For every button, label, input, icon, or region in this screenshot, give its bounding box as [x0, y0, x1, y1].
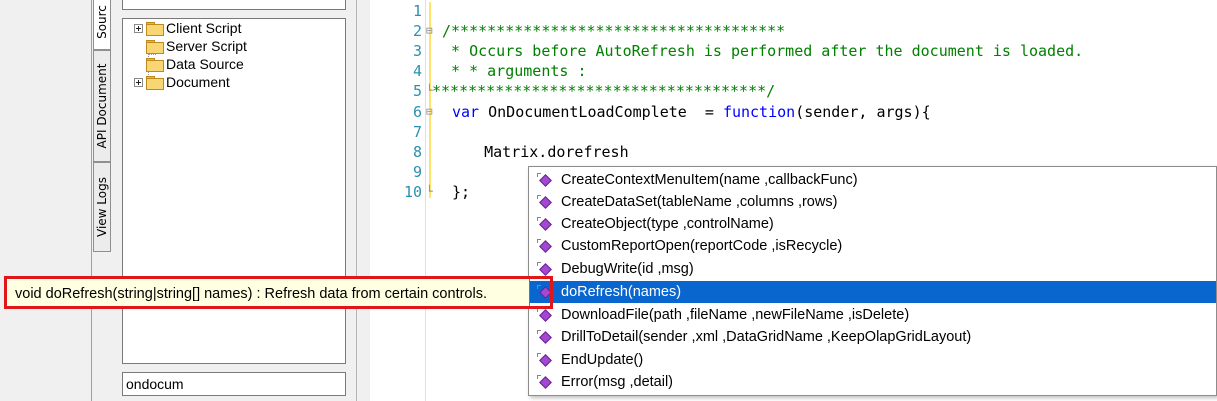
autocomplete-item-label: DownloadFile(path ,fileName ,newFileName… — [561, 307, 910, 323]
folder-icon — [146, 58, 164, 72]
code-line: *************************************/ — [432, 82, 776, 100]
line-number: 2 — [412, 22, 422, 40]
autocomplete-item-selected[interactable]: doRefresh(names) — [529, 281, 1216, 303]
tab-view-logs[interactable]: View Logs — [93, 162, 111, 252]
autocomplete-item-label: Error(msg ,detail) — [561, 374, 673, 390]
autocomplete-item[interactable]: EndUpdate() — [529, 349, 1216, 371]
autocomplete-item-label: DrillToDetail(sender ,xml ,DataGridName … — [561, 329, 972, 345]
code-line: /************************************* — [442, 22, 786, 40]
tree-item-data-source[interactable]: Data Source — [146, 55, 244, 73]
autocomplete-item[interactable]: DebugWrite(id ,msg) — [529, 258, 1216, 280]
method-icon — [537, 330, 551, 344]
tab-api-document-label: API Document — [95, 63, 109, 149]
method-icon — [537, 173, 551, 187]
tab-source-label: Sourc — [95, 5, 109, 39]
autocomplete-item[interactable]: CustomReportOpen(reportCode ,isRecycle) — [529, 235, 1216, 257]
tab-view-logs-label: View Logs — [95, 177, 109, 237]
line-number: 5 — [412, 82, 422, 100]
method-icon — [537, 375, 551, 389]
tree-search-input[interactable]: ondocum — [122, 372, 346, 396]
line-number: 8 — [412, 143, 422, 161]
tree-item-label: Document — [166, 74, 230, 90]
expand-icon[interactable] — [134, 77, 143, 87]
method-icon — [537, 353, 551, 367]
autocomplete-item[interactable]: CreateObject(type ,controlName) — [529, 213, 1216, 235]
fold-end-icon: └ — [426, 185, 433, 198]
autocomplete-item-label: CreateDataSet(tableName ,columns ,rows) — [561, 194, 838, 210]
autocomplete-item[interactable]: DownloadFile(path ,fileName ,newFileName… — [529, 304, 1216, 326]
line-number: 7 — [412, 123, 422, 141]
folder-icon — [146, 22, 164, 36]
keyword-var: var — [452, 103, 480, 121]
method-icon — [537, 262, 551, 276]
method-icon — [537, 195, 551, 209]
line-number: 3 — [412, 42, 422, 60]
method-icon — [537, 217, 551, 231]
panel-splitter[interactable] — [356, 0, 370, 401]
tab-source[interactable]: Sourc — [93, 0, 111, 50]
left-panel-strip — [0, 0, 92, 401]
vertical-tab-bar: Sourc API Document View Logs — [92, 0, 112, 401]
autocomplete-item-label: doRefresh(names) — [561, 284, 682, 300]
line-number: 4 — [412, 62, 422, 80]
autocomplete-item[interactable]: Error(msg ,detail) — [529, 371, 1216, 393]
folder-icon — [146, 76, 164, 90]
code-line: * Occurs before AutoRefresh is performed… — [442, 42, 1084, 60]
autocomplete-item-label: CreateObject(type ,controlName) — [561, 216, 774, 232]
line-number: 9 — [412, 163, 422, 181]
line-number: 10 — [403, 183, 422, 201]
script-tree[interactable]: Client Script Server Script Data Source … — [122, 18, 346, 364]
fold-collapse-icon[interactable]: ⊟ — [426, 21, 433, 41]
tab-api-document[interactable]: API Document — [93, 50, 111, 162]
autocomplete-item-label: DebugWrite(id ,msg) — [561, 261, 694, 277]
expand-icon[interactable] — [134, 23, 143, 33]
tree-item-label: Client Script — [166, 20, 242, 36]
tree-item-client-script[interactable]: Client Script — [134, 19, 241, 37]
autocomplete-item-label: EndUpdate() — [561, 352, 644, 368]
autocomplete-item-label: CreateContextMenuItem(name ,callbackFunc… — [561, 172, 858, 188]
tree-item-server-script[interactable]: Server Script — [146, 37, 247, 55]
annotation-highlight-box — [4, 276, 553, 309]
autocomplete-item[interactable]: CreateDataSet(tableName ,columns ,rows) — [529, 191, 1216, 213]
tree-item-label: Server Script — [166, 38, 247, 54]
script-tree-panel: Client Script Server Script Data Source … — [112, 0, 356, 401]
autocomplete-item[interactable]: DrillToDetail(sender ,xml ,DataGridName … — [529, 326, 1216, 348]
autocomplete-item-label: CustomReportOpen(reportCode ,isRecycle) — [561, 238, 843, 254]
code-line: Matrix.dorefresh — [448, 143, 629, 161]
fold-collapse-icon[interactable]: ⊟ — [426, 102, 433, 122]
autocomplete-item[interactable]: CreateContextMenuItem(name ,callbackFunc… — [529, 169, 1216, 191]
line-number: 1 — [412, 2, 422, 20]
code-text: (sender, args){ — [795, 103, 931, 121]
autocomplete-list[interactable]: CreateContextMenuItem(name ,callbackFunc… — [528, 166, 1217, 396]
tree-top-field[interactable] — [122, 0, 346, 10]
method-icon — [537, 308, 551, 322]
keyword-function: function — [722, 103, 796, 121]
code-line: var OnDocumentLoadComplete = function(se… — [452, 102, 931, 122]
line-number: 6 — [412, 103, 422, 121]
tree-item-document[interactable]: Document — [134, 73, 230, 91]
folder-icon — [146, 40, 164, 54]
code-text: OnDocumentLoadComplete = — [479, 103, 723, 121]
code-line: }; — [452, 183, 471, 201]
code-line: * * arguments : — [442, 62, 587, 80]
tree-item-label: Data Source — [166, 56, 244, 72]
method-icon — [537, 239, 551, 253]
